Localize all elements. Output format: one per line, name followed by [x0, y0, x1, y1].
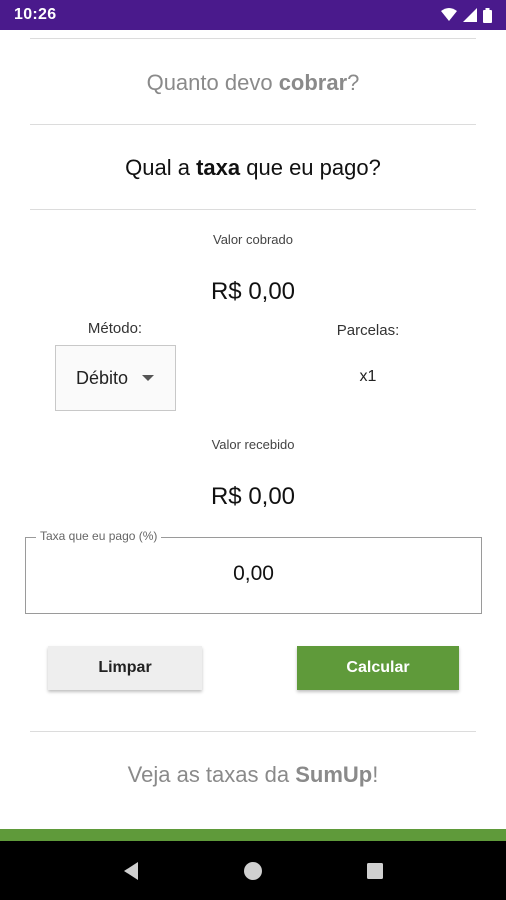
- status-bar: 10:26: [0, 0, 506, 30]
- menu-taxa-suffix: que eu pago?: [240, 155, 381, 180]
- taxa-input-field[interactable]: Taxa que eu pago (%) 0,00: [25, 529, 482, 614]
- recents-icon: [367, 862, 383, 879]
- menu-quanto-bold: cobrar: [278, 70, 348, 95]
- parcelas-value[interactable]: x1: [318, 368, 418, 386]
- menu-veja-taxas-sumup[interactable]: Veja as taxas da SumUp!: [0, 762, 506, 788]
- metodo-selected-value: Débito: [76, 367, 129, 388]
- calcular-button[interactable]: Calcular: [297, 646, 459, 690]
- metodo-dropdown[interactable]: Débito: [55, 345, 176, 411]
- taxa-input-value[interactable]: 0,00: [26, 562, 481, 586]
- taxa-field-label: Taxa que eu pago (%): [36, 529, 162, 543]
- menu-taxa-bold: taxa: [196, 155, 241, 180]
- metodo-label: Método:: [87, 320, 143, 337]
- back-icon: [124, 861, 138, 880]
- battery-icon: [483, 7, 492, 23]
- menu-qual-a-taxa[interactable]: Qual a taxa que eu pago?: [0, 155, 506, 181]
- divider: [30, 124, 476, 125]
- menu-quanto-prefix: Quanto devo: [146, 70, 279, 95]
- chevron-down-icon: [142, 375, 155, 381]
- signal-icon: [463, 8, 477, 22]
- menu-quanto-suffix: ?: [347, 70, 360, 95]
- divider: [30, 209, 476, 210]
- navigation-bar: [0, 841, 506, 900]
- valor-recebido-value: R$ 0,00: [210, 483, 296, 510]
- limpar-button[interactable]: Limpar: [48, 646, 202, 690]
- home-button[interactable]: [233, 851, 273, 891]
- wifi-icon: [441, 8, 457, 21]
- recents-button[interactable]: [355, 851, 395, 891]
- valor-recebido-label: Valor recebido: [211, 437, 295, 452]
- status-icons: [441, 7, 492, 23]
- back-button[interactable]: [111, 851, 151, 891]
- parcelas-label: Parcelas:: [336, 322, 400, 339]
- menu-quanto-devo-cobrar[interactable]: Quanto devo cobrar?: [0, 70, 506, 96]
- bottom-accent-bar: [0, 829, 506, 841]
- menu-sumup-bold: SumUp: [295, 762, 373, 787]
- home-icon: [244, 861, 262, 880]
- menu-taxa-prefix: Qual a: [125, 155, 197, 180]
- divider: [30, 731, 476, 732]
- status-time: 10:26: [14, 6, 57, 23]
- menu-sumup-suffix: !: [372, 762, 379, 787]
- menu-sumup-prefix: Veja as taxas da: [127, 762, 296, 787]
- valor-cobrado-value[interactable]: R$ 0,00: [0, 278, 506, 306]
- valor-cobrado-label: Valor cobrado: [213, 232, 293, 247]
- divider: [30, 38, 476, 39]
